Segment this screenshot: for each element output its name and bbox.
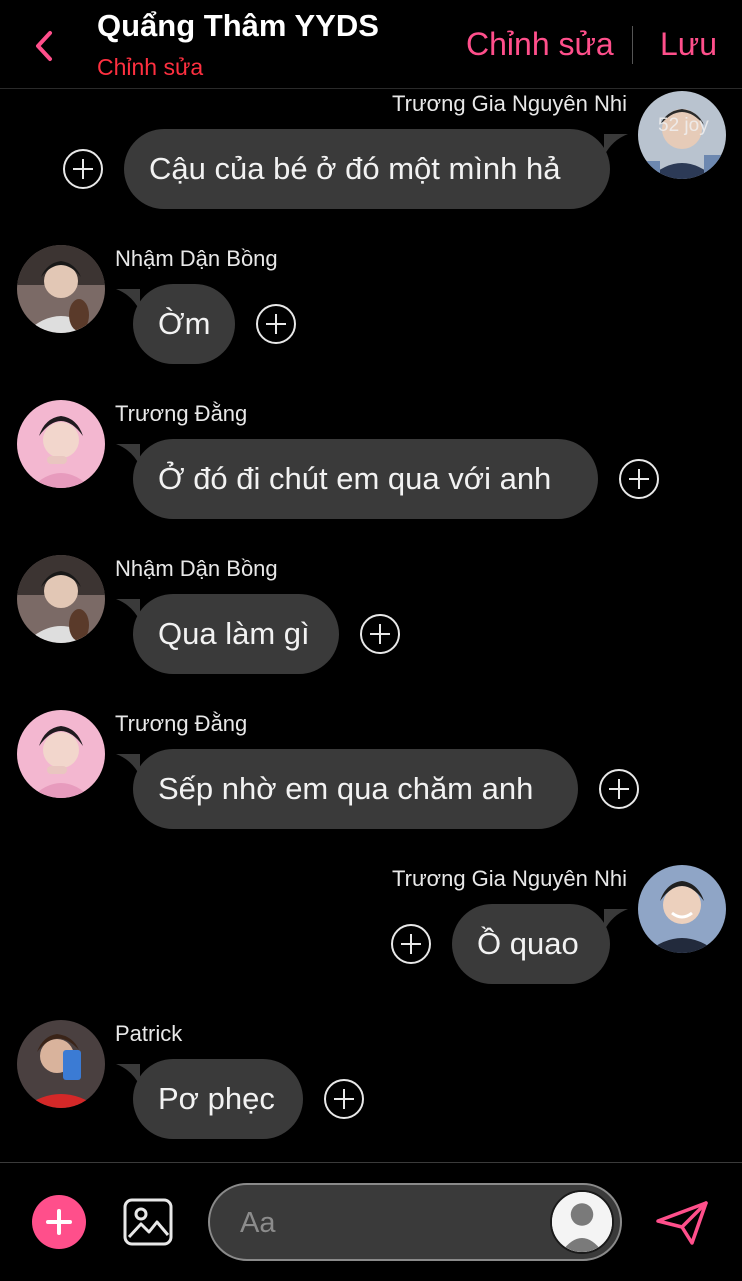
person-silhouette-icon — [552, 1192, 612, 1252]
avatar[interactable]: 52 joy — [638, 91, 726, 179]
chat-screen: Quẩng Thâm YYDS Chỉnh sửa Chỉnh sửa Lưu … — [0, 0, 742, 1281]
avatar[interactable] — [17, 1020, 105, 1108]
sender-name: Trương Gia Nguyên Nhi — [392, 866, 627, 891]
sender-name: Trương Đằng — [115, 711, 248, 736]
avatar[interactable] — [17, 555, 105, 643]
chevron-left-icon — [36, 31, 52, 61]
header-divider — [632, 26, 633, 64]
message-row: Nhậm Dận Bồng Qua làm gì — [0, 553, 742, 683]
message-bubble[interactable]: Ở đó đi chút em qua với anh — [133, 439, 598, 519]
message-row: Nhậm Dận Bồng Ờm — [0, 243, 742, 373]
chat-subtitle[interactable]: Chỉnh sửa — [97, 54, 203, 81]
save-button[interactable]: Lưu — [660, 26, 717, 63]
avatar-watermark: 52 joy — [658, 115, 709, 136]
avatar[interactable] — [17, 245, 105, 333]
chat-title: Quẩng Thâm YYDS — [97, 8, 379, 43]
message-bubble[interactable]: Ờm — [133, 284, 235, 364]
composer-bar — [0, 1162, 742, 1281]
message-input[interactable] — [238, 1201, 542, 1245]
sender-name: Trương Gia Nguyên Nhi — [392, 91, 627, 116]
message-bubble[interactable]: Pơ phẹc — [133, 1059, 303, 1139]
image-button[interactable] — [122, 1197, 174, 1247]
add-reaction-button[interactable] — [63, 149, 103, 189]
sender-name: Patrick — [115, 1021, 183, 1046]
add-reaction-button[interactable] — [619, 459, 659, 499]
message-row: Trương Đằng Sếp nhờ em qua chăm anh — [0, 708, 742, 838]
persona-avatar[interactable] — [550, 1190, 614, 1254]
send-icon — [656, 1201, 708, 1245]
sender-name: Trương Đằng — [115, 401, 248, 426]
message-bubble[interactable]: Ồ quao — [452, 904, 610, 984]
avatar[interactable] — [638, 865, 726, 953]
plus-icon[interactable] — [32, 1195, 86, 1249]
send-button[interactable] — [654, 1199, 710, 1247]
add-reaction-button[interactable] — [360, 614, 400, 654]
edit-button[interactable]: Chỉnh sửa — [466, 26, 614, 63]
bubble-tail — [604, 134, 628, 156]
message-bubble[interactable]: Cậu của bé ở đó một mình hả — [124, 129, 610, 209]
message-row: Patrick Pơ phẹc — [0, 1018, 742, 1148]
message-bubble[interactable]: Qua làm gì — [133, 594, 339, 674]
avatar[interactable] — [17, 710, 105, 798]
message-bubble[interactable]: Sếp nhờ em qua chăm anh — [133, 749, 578, 829]
sender-name: Nhậm Dận Bồng — [115, 556, 278, 581]
avatar[interactable] — [17, 400, 105, 488]
add-reaction-button[interactable] — [256, 304, 296, 344]
header: Quẩng Thâm YYDS Chỉnh sửa Chỉnh sửa Lưu — [0, 0, 742, 89]
image-icon — [123, 1198, 173, 1246]
sender-name: Nhậm Dận Bồng — [115, 246, 278, 271]
bubble-tail — [604, 909, 628, 931]
add-reaction-button[interactable] — [391, 924, 431, 964]
add-reaction-button[interactable] — [324, 1079, 364, 1119]
message-row: Trương Gia Nguyên Nhi Ồ quao — [0, 863, 742, 993]
message-input-wrapper — [208, 1183, 622, 1261]
message-row: Trương Đằng Ở đó đi chút em qua với anh — [0, 398, 742, 528]
add-reaction-button[interactable] — [599, 769, 639, 809]
back-button[interactable] — [28, 26, 62, 66]
message-row: Trương Gia Nguyên Nhi 52 joy Cậu của bé … — [0, 88, 742, 218]
